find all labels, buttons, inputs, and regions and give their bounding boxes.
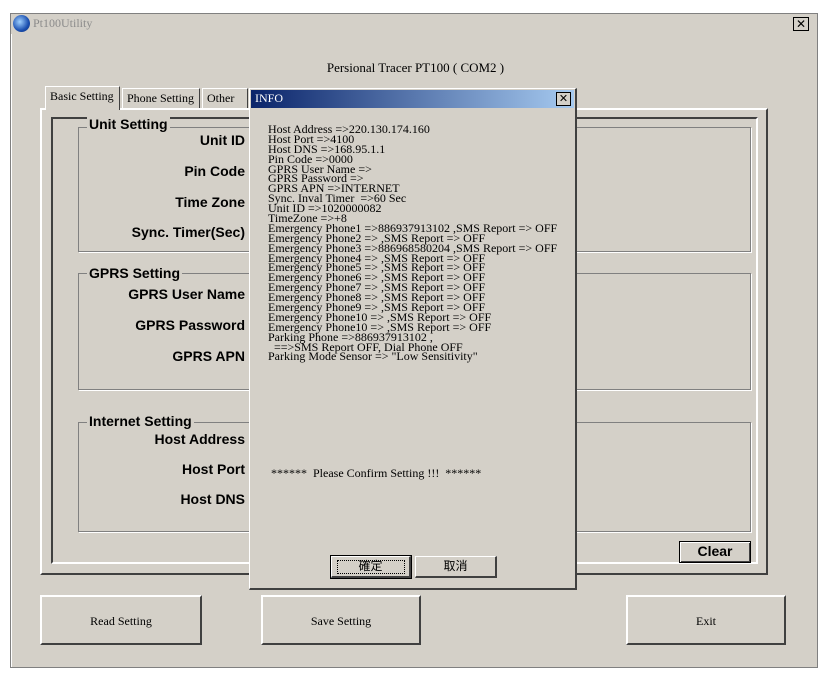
app-globe-icon <box>13 15 30 32</box>
host-port-label: Host Port <box>182 461 245 477</box>
info-line: Parking Mode Sensor => "Low Sensitivity" <box>268 349 478 364</box>
internet-setting-title: Internet Setting <box>87 413 194 429</box>
cancel-button[interactable]: 取消 <box>415 556 497 578</box>
exit-button[interactable]: Exit <box>626 595 786 645</box>
info-dialog-titlebar <box>251 90 574 108</box>
read-setting-button[interactable]: Read Setting <box>40 595 202 645</box>
tab-basic-setting[interactable]: Basic Setting <box>45 86 120 110</box>
time-zone-label: Time Zone <box>175 194 245 210</box>
info-text: Host Address =>220.130.174.160 Host Port … <box>268 123 573 364</box>
clear-button[interactable]: Clear <box>679 541 751 563</box>
title-bar <box>11 14 817 34</box>
info-dialog-title: INFO <box>255 91 284 105</box>
close-icon[interactable]: ✕ <box>793 17 809 31</box>
host-dns-label: Host DNS <box>180 491 245 507</box>
save-setting-button[interactable]: Save Setting <box>261 595 421 645</box>
unit-setting-title: Unit Setting <box>87 116 170 132</box>
gprs-setting-title: GPRS Setting <box>87 265 183 281</box>
tab-other[interactable]: Other <box>202 88 248 108</box>
gprs-apn-label: GPRS APN <box>172 348 245 364</box>
pin-code-label: Pin Code <box>184 163 245 179</box>
tab-phone-setting[interactable]: Phone Setting <box>122 88 200 108</box>
window-title: Pt100Utility <box>33 16 93 30</box>
gprs-password-label: GPRS Password <box>135 317 245 333</box>
gprs-user-name-label: GPRS User Name <box>128 286 245 302</box>
close-icon[interactable]: ✕ <box>556 92 571 106</box>
confirm-message: ****** Please Confirm Setting !!! ****** <box>271 466 482 480</box>
host-address-label: Host Address <box>154 431 245 447</box>
unit-id-label: Unit ID <box>199 132 245 148</box>
sync-timer-label: Sync. Timer(Sec) <box>131 224 245 240</box>
ok-button-focus-rect <box>337 560 405 574</box>
app-heading: Persional Tracer PT100 ( COM2 ) <box>326 60 505 75</box>
